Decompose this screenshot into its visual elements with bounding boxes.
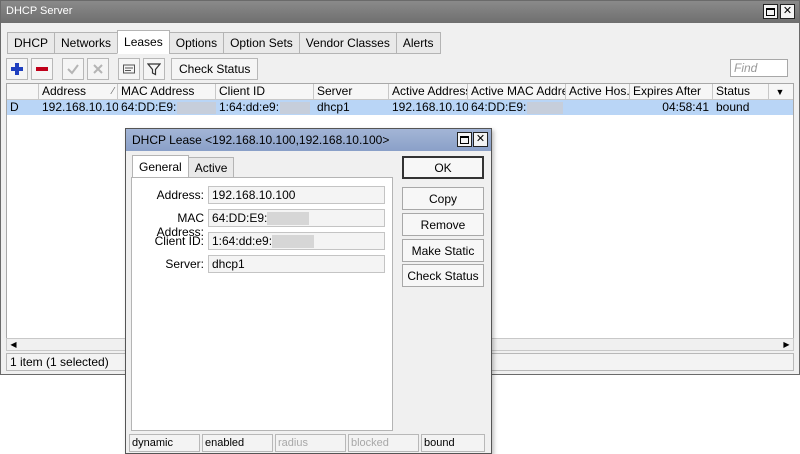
column-header-flag[interactable] <box>7 84 39 100</box>
address-field[interactable]: 192.168.10.100 <box>208 186 385 204</box>
cell-expires-after: 04:58:41 <box>662 100 709 114</box>
cell-active-host <box>566 100 630 115</box>
redacted-block <box>280 101 311 114</box>
redacted-block <box>267 212 310 226</box>
status-enabled: enabled <box>202 434 273 452</box>
check-icon <box>67 64 79 75</box>
dhcp-lease-dialog: DHCP Lease <192.168.10.100,192.168.10.10… <box>125 128 492 454</box>
client-id-field[interactable]: 1:64:dd:e9: <box>208 232 385 250</box>
close-icon: ✕ <box>782 5 793 17</box>
toolbar: Check Status <box>6 58 259 80</box>
filter-icon <box>147 63 161 76</box>
window-title: DHCP Server <box>6 5 73 17</box>
status-bound: bound <box>421 434 485 452</box>
client-id-label: Client ID: <box>154 234 204 248</box>
cell-active-mac-address: 64:DD:E9: <box>468 100 566 115</box>
status-radius: radius <box>275 434 346 452</box>
cross-icon <box>93 64 103 74</box>
dialog-tab-bar: General Active <box>132 155 235 178</box>
copy-button[interactable]: Copy <box>402 187 484 210</box>
tab-options[interactable]: Options <box>168 32 225 54</box>
comment-icon <box>123 64 135 74</box>
cell-client-id: 1:64:dd:e9: <box>216 100 314 115</box>
scroll-left-icon[interactable]: ◀ <box>7 339 20 350</box>
column-header-status[interactable]: Status <box>713 84 769 100</box>
maximize-icon <box>460 135 469 144</box>
dialog-check-status-button[interactable]: Check Status <box>402 264 484 287</box>
dialog-close-button[interactable]: ✕ <box>473 132 488 147</box>
column-header-client-id[interactable]: Client ID <box>216 84 314 100</box>
column-header-mac-address[interactable]: MAC Address <box>118 84 216 100</box>
table-header: Address ⁄ MAC Address Client ID Server Ac… <box>7 84 793 100</box>
columns-dropdown[interactable]: ▼ <box>769 84 791 100</box>
redacted-block <box>527 101 564 114</box>
remove-button[interactable] <box>31 58 53 80</box>
column-header-active-address[interactable]: Active Address <box>389 84 468 100</box>
close-icon: ✕ <box>475 133 486 145</box>
cell-address: 192.168.10.100 <box>42 100 118 114</box>
disable-button[interactable] <box>87 58 109 80</box>
column-header-address[interactable]: Address ⁄ <box>39 84 118 100</box>
column-header-active-mac-address[interactable]: Active MAC Addre... <box>468 84 566 100</box>
dialog-maximize-button[interactable] <box>457 132 472 147</box>
filter-button[interactable] <box>143 58 165 80</box>
dialog-title: DHCP Lease <192.168.10.100,192.168.10.10… <box>132 133 390 147</box>
dialog-titlebar[interactable]: DHCP Lease <192.168.10.100,192.168.10.10… <box>126 129 491 151</box>
chevron-down-icon: ▼ <box>775 87 785 97</box>
tab-option-sets[interactable]: Option Sets <box>223 32 300 54</box>
maximize-icon <box>766 7 775 16</box>
tab-general[interactable]: General <box>132 155 189 178</box>
tab-active[interactable]: Active <box>187 157 235 178</box>
check-status-button[interactable]: Check Status <box>171 58 259 80</box>
tab-bar: DHCP Networks Leases Options Option Sets… <box>7 30 441 54</box>
tab-vendor-classes[interactable]: Vendor Classes <box>298 32 397 54</box>
redacted-block <box>177 101 216 114</box>
cell-status: bound <box>716 100 750 114</box>
status-dynamic: dynamic <box>129 434 200 452</box>
close-button[interactable]: ✕ <box>780 4 795 19</box>
dialog-status-bar: dynamic enabled radius blocked bound <box>129 434 488 452</box>
minus-icon <box>36 67 48 71</box>
status-blocked: blocked <box>348 434 419 452</box>
maximize-button[interactable] <box>763 4 778 19</box>
server-field[interactable]: dhcp1 <box>208 255 385 273</box>
column-header-server[interactable]: Server <box>314 84 389 100</box>
comment-button[interactable] <box>118 58 140 80</box>
enable-button[interactable] <box>62 58 84 80</box>
general-panel: Address: 192.168.10.100 MAC Address: 64:… <box>131 177 393 431</box>
column-header-active-host[interactable]: Active Hos... <box>566 84 630 100</box>
plus-icon <box>11 63 23 75</box>
table-row[interactable]: D 192.168.10.100 64:DD:E9: 1:64:dd:e9: d… <box>7 100 793 115</box>
cell-mac-address: 64:DD:E9: <box>118 100 216 115</box>
tab-dhcp[interactable]: DHCP <box>7 32 56 54</box>
address-label: Address: <box>156 188 204 202</box>
scroll-right-icon[interactable]: ▶ <box>780 339 793 350</box>
mac-address-field[interactable]: 64:DD:E9: <box>208 209 385 227</box>
tab-alerts[interactable]: Alerts <box>395 32 441 54</box>
find-input[interactable]: Find <box>730 59 788 77</box>
cell-active-address: 192.168.10.100 <box>392 100 468 114</box>
sort-icon: ⁄ <box>112 86 114 97</box>
server-label: Server: <box>165 257 204 271</box>
column-header-expires-after[interactable]: Expires After <box>630 84 713 100</box>
remove-lease-button[interactable]: Remove <box>402 213 484 236</box>
add-button[interactable] <box>6 58 28 80</box>
tab-networks[interactable]: Networks <box>54 32 119 54</box>
window-titlebar[interactable]: DHCP Server ✕ <box>1 1 799 23</box>
ok-button[interactable]: OK <box>402 156 484 179</box>
redacted-block <box>272 235 315 249</box>
cell-flag: D <box>10 100 19 114</box>
cell-server: dhcp1 <box>317 100 350 114</box>
make-static-button[interactable]: Make Static <box>402 239 484 262</box>
tab-leases[interactable]: Leases <box>117 30 170 54</box>
